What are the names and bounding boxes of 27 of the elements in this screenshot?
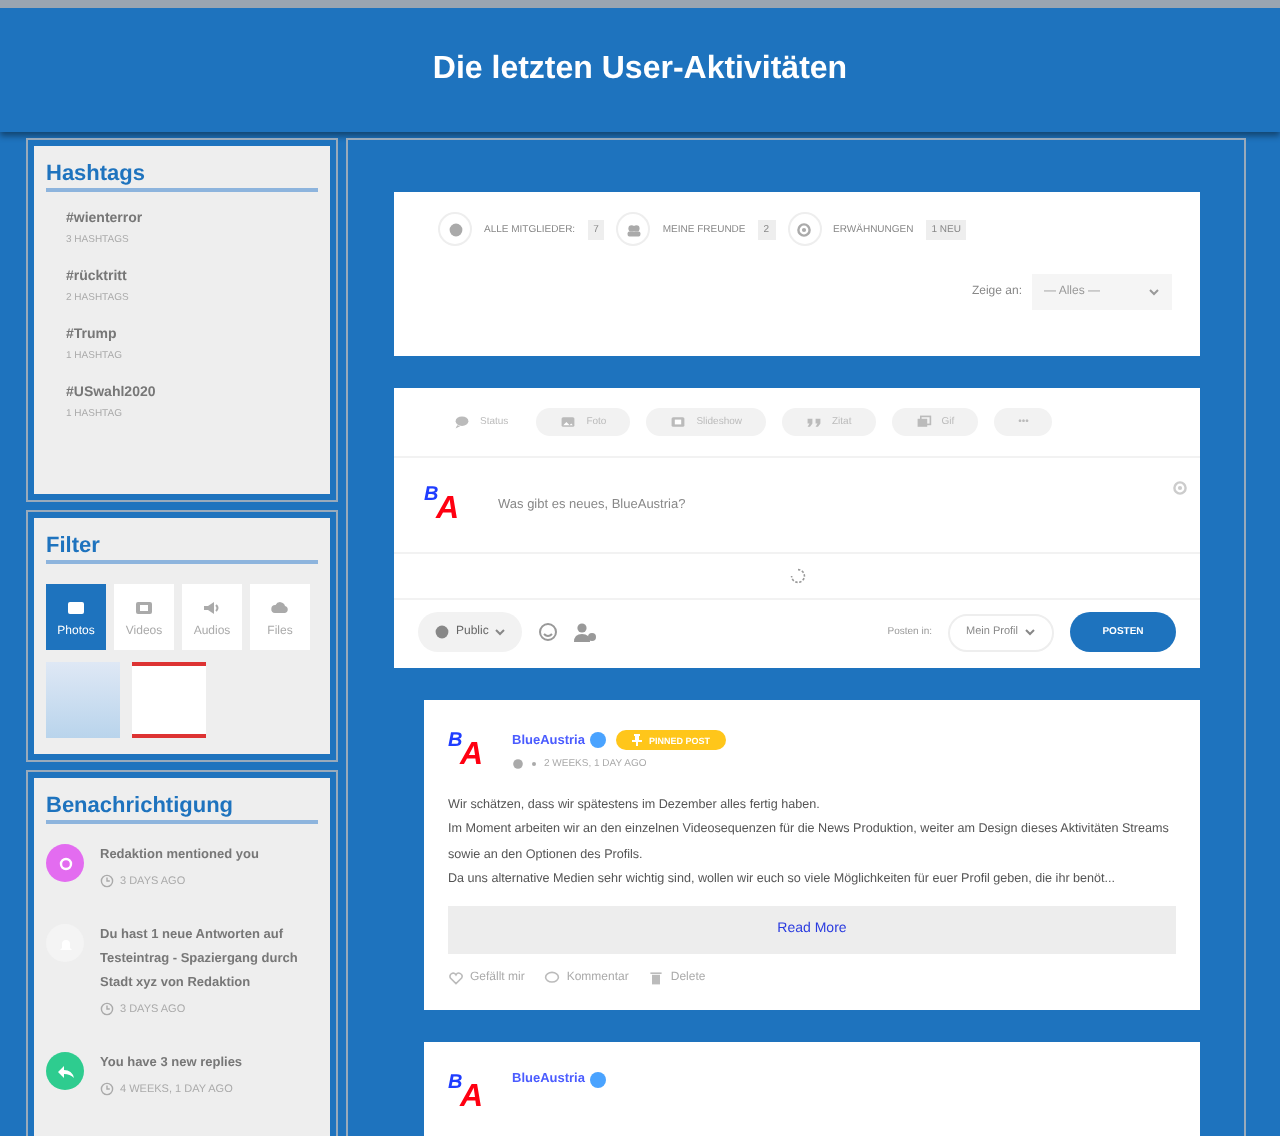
chevron-icon [1148, 288, 1160, 296]
reply-icon [55, 1061, 75, 1081]
clock-icon [100, 1082, 114, 1096]
film-icon [670, 414, 687, 430]
speech-bubble-icon [544, 969, 561, 986]
pin-icon [632, 734, 643, 746]
quote-icon [806, 414, 822, 430]
panel-title: Hashtags [46, 162, 318, 192]
panel-title: Benachrichtigung [46, 794, 318, 824]
chevron-icon [494, 628, 507, 636]
clock-icon [100, 1002, 114, 1016]
add-user-icon[interactable] [574, 622, 597, 642]
smiley-icon[interactable] [538, 622, 559, 642]
panel-title: Filter [46, 534, 318, 564]
clock-icon [100, 874, 114, 888]
spinner-icon [789, 568, 805, 584]
film-icon [134, 597, 154, 617]
speech-bubble-icon [454, 414, 470, 430]
photo-placeholder[interactable] [132, 662, 206, 738]
cloud-icon [270, 597, 290, 617]
heart-icon [448, 969, 464, 986]
chevron-icon [1024, 628, 1036, 636]
page-title: Die letzten User-Aktivitäten [432, 52, 848, 88]
images-icon [915, 414, 932, 430]
trash-icon [648, 969, 665, 986]
people-icon [625, 221, 642, 237]
speaker-icon [202, 597, 222, 617]
